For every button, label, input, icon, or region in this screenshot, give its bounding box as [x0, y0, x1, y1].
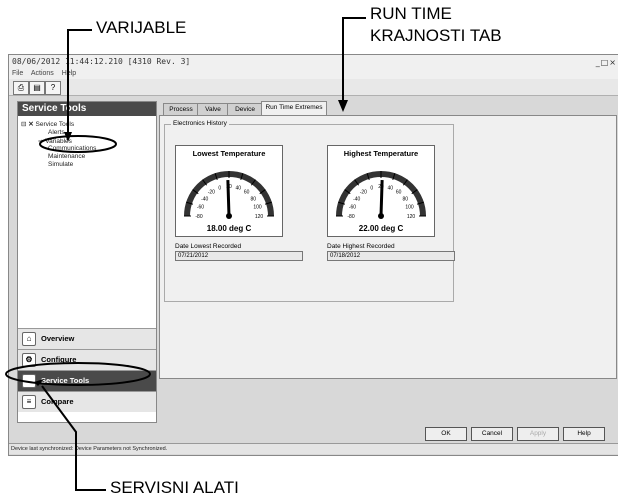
callout-runtime-line	[342, 17, 366, 104]
service-tools-highlight	[5, 362, 151, 386]
service-tools-arrow-icon	[34, 379, 44, 386]
callout-service-tools-line	[41, 385, 106, 491]
annotation-overlay	[5, 17, 366, 491]
runtime-arrow-icon	[338, 100, 348, 112]
variables-highlight	[39, 135, 117, 153]
callout-variables-line	[67, 29, 92, 138]
